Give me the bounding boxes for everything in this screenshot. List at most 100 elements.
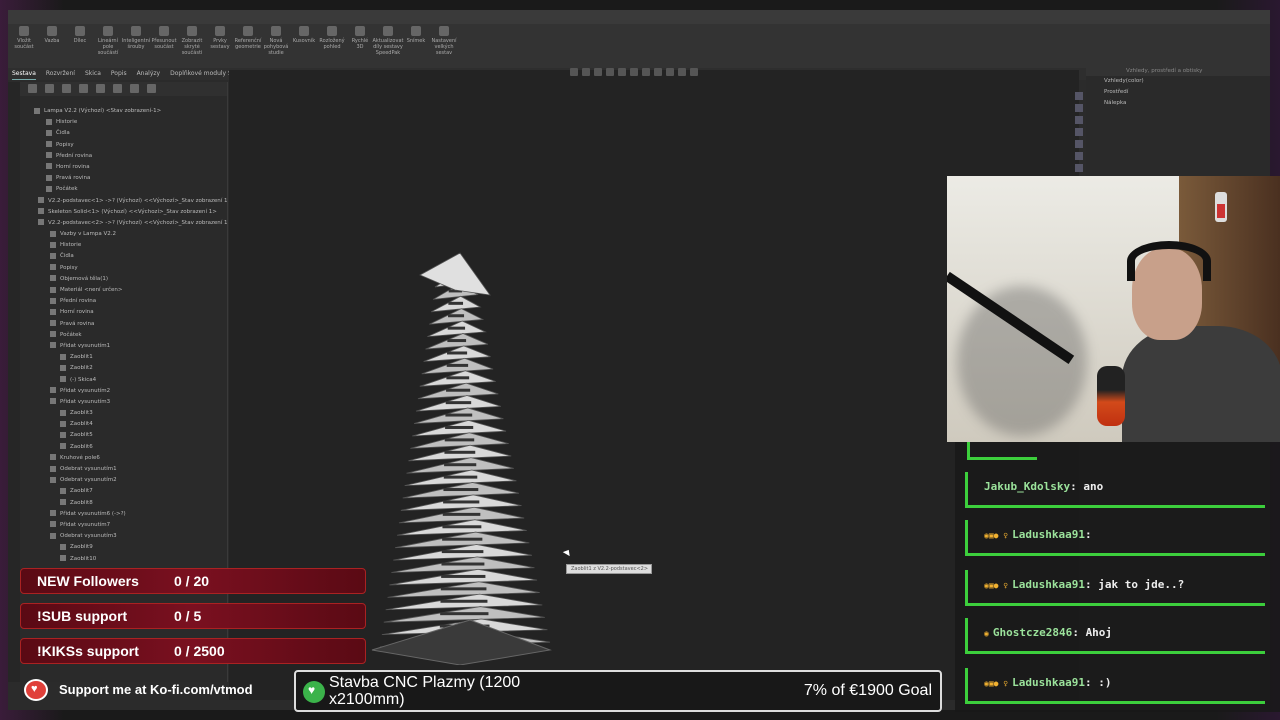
design-library-icon[interactable] xyxy=(1075,104,1083,112)
dim-expert-icon[interactable] xyxy=(79,84,88,93)
tree-item[interactable]: Horní rovina xyxy=(20,307,227,318)
tree-item[interactable]: V2.2-podstavec<2> ->? (Výchozí) <<Výchoz… xyxy=(20,218,227,229)
view-orientation-icon[interactable] xyxy=(618,68,626,76)
ribbon-button[interactable]: Nová pohybová studie xyxy=(264,26,288,66)
ribbon-button[interactable]: Přesunout součást xyxy=(151,26,177,66)
edit-appearance-icon[interactable] xyxy=(654,68,662,76)
tree-item[interactable]: Přední rovina xyxy=(20,151,227,162)
feature-icon xyxy=(50,297,56,304)
tree-item[interactable]: Zaoblit8 xyxy=(20,498,227,509)
tree-item[interactable]: Přidat vysunutím6 (->?) xyxy=(20,509,227,520)
cam-icon[interactable] xyxy=(113,84,122,93)
tree-item[interactable]: Pravá rovina xyxy=(20,173,227,184)
ribbon-button[interactable]: Prvky sestavy xyxy=(208,26,232,66)
ribbon-button[interactable]: Vložit součást xyxy=(12,26,36,66)
view-settings-icon[interactable] xyxy=(678,68,686,76)
lamp-slot xyxy=(447,339,467,343)
tree-item[interactable]: Zaoblit10 xyxy=(20,554,227,565)
file-explorer-icon[interactable] xyxy=(1075,116,1083,124)
custom-properties-icon[interactable] xyxy=(1075,152,1083,160)
scene-icon[interactable] xyxy=(666,68,674,76)
tree-item[interactable]: Skeleton Solid<1> (Výchozí) <<Výchozí>_S… xyxy=(20,207,227,218)
ribbon-button[interactable]: Nastavení velkých sestav xyxy=(431,26,457,66)
tree-item[interactable]: Pravá rovina xyxy=(20,319,227,330)
tree-item[interactable]: Počátek xyxy=(20,330,227,341)
command-tab[interactable]: Skica xyxy=(85,68,101,80)
ribbon-button[interactable]: Snímek xyxy=(404,26,428,66)
monitor-icon[interactable] xyxy=(690,68,698,76)
ribbon-button[interactable]: Referenční geometrie xyxy=(235,26,261,66)
feature-tree-icon[interactable] xyxy=(28,84,37,93)
tree-item[interactable]: V2.2-podstavec<1> ->? (Výchozí) <<Výchoz… xyxy=(20,196,227,207)
command-tab[interactable]: Popis xyxy=(111,68,127,80)
ribbon-button[interactable]: Inteligentní šrouby xyxy=(122,26,150,66)
previous-view-icon[interactable] xyxy=(594,68,602,76)
command-tab[interactable]: Analýzy xyxy=(137,68,161,80)
tree-item[interactable]: Čidla xyxy=(20,251,227,262)
tree-item[interactable]: Přidat vysunutím7 xyxy=(20,520,227,531)
tree-item-label: Zaoblit3 xyxy=(70,410,93,417)
ribbon-button[interactable]: Dílec xyxy=(68,26,92,66)
tree-item[interactable]: Zaoblit4 xyxy=(20,419,227,430)
appearances-icon[interactable] xyxy=(1075,140,1083,148)
tree-item[interactable]: Čidla xyxy=(20,128,227,139)
ribbon-button-icon xyxy=(159,26,169,36)
ribbon-button[interactable]: Kusovník xyxy=(292,26,316,66)
tree-item[interactable]: Zaoblit2 xyxy=(20,363,227,374)
display-style-icon[interactable] xyxy=(630,68,638,76)
tree-item[interactable]: Odebrat vysunutím3 xyxy=(20,531,227,542)
section-view-icon[interactable] xyxy=(606,68,614,76)
tree-item[interactable]: Přidat vysunutím3 xyxy=(20,397,227,408)
tree-item[interactable]: Kruhové pole6 xyxy=(20,453,227,464)
tree-item[interactable]: Odebrat vysunutím2 xyxy=(20,475,227,486)
tree-item[interactable]: Zaoblit7 xyxy=(20,486,227,497)
tree-item[interactable]: Historie xyxy=(20,117,227,128)
tree-item[interactable]: Popisy xyxy=(20,140,227,151)
tree-item[interactable]: Lampa V2.2 (Výchozí) <Stav zobrazení-1> xyxy=(20,106,227,117)
tree-item-label: Popisy xyxy=(56,141,74,148)
ribbon-button[interactable]: Zobrazit skryté součásti xyxy=(180,26,204,66)
tree-item[interactable]: Počátek xyxy=(20,184,227,195)
appearance-icon[interactable] xyxy=(96,84,105,93)
appearance-folder[interactable]: Nálepka xyxy=(1086,98,1270,109)
tree-item[interactable]: Zaoblit5 xyxy=(20,430,227,441)
forum-icon[interactable] xyxy=(1075,164,1083,172)
tree-item[interactable]: Historie xyxy=(20,240,227,251)
config-manager-icon[interactable] xyxy=(62,84,71,93)
ribbon-button[interactable]: Rychlé 3D xyxy=(348,26,372,66)
tree-item[interactable]: Objemová těla(1) xyxy=(20,274,227,285)
tree-item[interactable]: Zaoblit6 xyxy=(20,442,227,453)
tree-item[interactable]: Odebrat vysunutím1 xyxy=(20,464,227,475)
hide-show-icon[interactable] xyxy=(642,68,650,76)
ribbon-button-icon xyxy=(299,26,309,36)
lamp-top-cap[interactable] xyxy=(419,252,491,296)
tree-item[interactable]: Zaoblit9 xyxy=(20,542,227,553)
ribbon-button[interactable]: Rozložený pohled xyxy=(319,26,345,66)
view-palette-icon[interactable] xyxy=(1075,128,1083,136)
tree-item[interactable]: Popisy xyxy=(20,263,227,274)
tree-item[interactable]: Zaoblit1 xyxy=(20,352,227,363)
ribbon-button[interactable]: Lineární pole součástí xyxy=(96,26,120,66)
zoom-area-icon[interactable] xyxy=(582,68,590,76)
ribbon-button[interactable]: Vazba xyxy=(40,26,64,66)
resources-icon[interactable] xyxy=(1075,92,1083,100)
tree-item[interactable]: Přidat vysunutím2 xyxy=(20,386,227,397)
command-tab[interactable]: Rozvržení xyxy=(46,68,75,80)
property-manager-icon[interactable] xyxy=(45,84,54,93)
command-tab[interactable]: Sestava xyxy=(12,68,36,80)
tree-item[interactable]: Přední rovina xyxy=(20,296,227,307)
display-manager-icon[interactable] xyxy=(130,84,139,93)
tree-item[interactable]: Zaoblit3 xyxy=(20,408,227,419)
lamp-slot xyxy=(442,512,481,516)
appearance-folder[interactable]: Prostředí xyxy=(1086,87,1270,98)
zoom-fit-icon[interactable] xyxy=(570,68,578,76)
tree-item[interactable]: Přidat vysunutím1 xyxy=(20,341,227,352)
appearance-folder[interactable]: Vzhledy(color) xyxy=(1086,76,1270,87)
tree-item[interactable]: Horní rovina xyxy=(20,162,227,173)
tree-item[interactable]: (-) Skica4 xyxy=(20,375,227,386)
tree-item[interactable]: Materiál <není určen> xyxy=(20,285,227,296)
more-icon[interactable] xyxy=(147,84,156,93)
lamp-3d-model[interactable] xyxy=(360,245,560,665)
ribbon-button[interactable]: Aktualizovat díly sestavy SpeedPak xyxy=(373,26,403,66)
tree-item[interactable]: Vazby v Lampa V2.2 xyxy=(20,229,227,240)
